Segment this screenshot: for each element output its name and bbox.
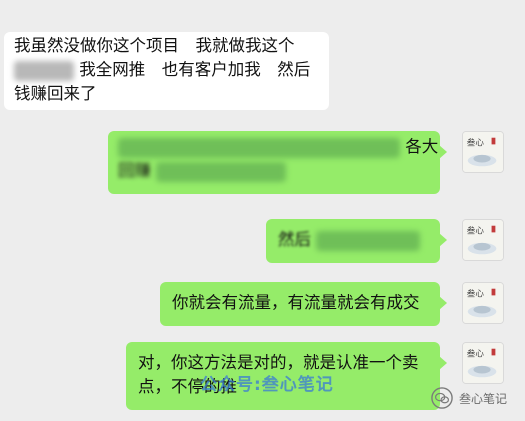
avatar-image: 叁心	[463, 343, 503, 383]
avatar-image: 叁心	[463, 132, 503, 172]
chat-message-incoming[interactable]: 我虽然没做你这个项目 我就做我这个 我全网推 也有客户加我 然后 钱赚回来了	[4, 32, 329, 110]
message-text-fragment: 我全网推 也有客户加我 然后	[79, 60, 311, 79]
message-text-line: 我全网推 也有客户加我 然后	[14, 58, 319, 82]
message-text-line: 我虽然没做你这个项目 我就做我这个	[14, 36, 295, 55]
chat-message-outgoing[interactable]: 然后	[266, 219, 447, 263]
brand-name: 叁心笔记	[458, 391, 507, 406]
avatar-image: 叁心	[463, 283, 503, 323]
message-text-line: 回赚	[118, 159, 430, 183]
chat-message-outgoing[interactable]: 你就会有流量，有流量就会有成交	[160, 282, 447, 326]
message-text-line: 然后	[278, 228, 428, 252]
user-avatar[interactable]: 叁心	[462, 282, 504, 324]
redacted-text	[118, 137, 400, 158]
message-text-line: 钱赚回来了	[14, 84, 97, 103]
message-text-fragment: 然后	[278, 230, 311, 249]
user-avatar[interactable]: 叁心	[462, 342, 504, 384]
message-text: 你就会有流量，有流量就会有成交	[172, 293, 420, 312]
wechat-logo-icon	[431, 387, 453, 409]
message-text-fragment: 各大	[405, 137, 439, 156]
user-avatar[interactable]: 叁心	[462, 219, 504, 261]
svg-text:叁心: 叁心	[467, 287, 485, 299]
chat-message-outgoing[interactable]: 各大 回赚	[108, 131, 447, 194]
svg-text:叁心: 叁心	[467, 136, 485, 148]
avatar-image: 叁心	[463, 220, 503, 260]
watermark: 公众号:叁心笔记	[200, 375, 334, 395]
svg-text:叁心: 叁心	[467, 347, 485, 359]
user-avatar[interactable]: 叁心	[462, 131, 504, 173]
brand-mark: 叁心笔记	[431, 387, 507, 409]
redacted-text	[316, 230, 421, 251]
svg-text:叁心: 叁心	[467, 224, 485, 236]
message-text-fragment: 回赚	[118, 161, 151, 180]
redacted-text	[14, 60, 74, 81]
redacted-text	[156, 161, 287, 182]
message-text-line: 各大	[118, 135, 438, 159]
